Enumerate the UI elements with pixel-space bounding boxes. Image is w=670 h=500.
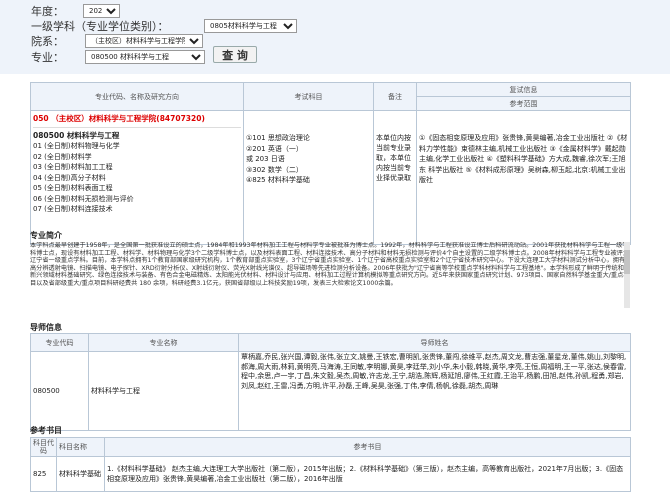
- book-header-code: 科目代码: [30, 437, 57, 457]
- header-exam: 考试科目: [243, 82, 374, 111]
- advisor-header-code: 专业代码: [30, 333, 89, 352]
- advisors-title: 导师信息: [30, 323, 62, 332]
- exam-item: ③302 数学（二）: [246, 165, 303, 174]
- exam-item: ②201 英语（一）: [246, 144, 303, 153]
- book-header-list: 参考书目: [104, 437, 631, 457]
- intro-text: 本学科点最早创建于1958年，是全国第一批获准设立的硕士点，1984年和1993…: [30, 242, 630, 287]
- advisors-table: 专业代码 专业名称 导师姓名 080500 材料科学与工程 覃柄嘉,乔民,张兴国…: [30, 333, 631, 431]
- header-code: 专业代码、名称及研究方向: [30, 82, 244, 111]
- exam-item: ④825 材料科学基础: [246, 176, 310, 184]
- header-ref: 参考范围: [416, 96, 631, 111]
- subject-label: 一级学科（专业学位类别）：: [31, 20, 169, 33]
- query-button[interactable]: 查 询: [213, 46, 257, 63]
- retest-cell: ①《固态相变原理及应用》张贵锋,黄昊编著,冶金工业出版社 ②《材料力学性能》束德…: [416, 110, 631, 245]
- program-cell: 050 （主校区）材料科学与工程学院(84707320) 080500 材料科学…: [30, 110, 244, 245]
- year-select[interactable]: 2022: [83, 4, 120, 18]
- intro-title: 专业简介: [30, 231, 62, 240]
- direction-item: 02 (全日制)材料学: [33, 152, 92, 161]
- filter-panel: 年度： 2022 一级学科（专业学位类别）： 0805材料科学与工程 院系： （…: [0, 0, 670, 74]
- advisor-major: 材料科学与工程: [88, 351, 239, 431]
- header-remark: 备注: [373, 82, 417, 111]
- direction-item: 01 (全日制)材料物理与化学: [33, 142, 120, 150]
- direction-item: 05 (全日制)材料表面工程: [33, 184, 113, 192]
- year-label: 年度：: [31, 5, 64, 18]
- exam-cell: ①101 思想政治理论 ②201 英语（一） 或 203 日语 ③302 数学（…: [243, 110, 374, 245]
- subject-select[interactable]: 0805材料科学与工程: [204, 19, 297, 33]
- direction-item: 04 (全日制)高分子材料: [33, 173, 106, 182]
- direction-item: 06 (全日制)材料无损检测与评价: [33, 194, 134, 203]
- books-title: 参考书目: [30, 426, 62, 435]
- advisor-list: 覃柄嘉,乔民,张兴国,谭毅,张伟,张立文,姚曼,王铁宏,曹明凯,张贵锋,董闯,徐…: [238, 351, 631, 431]
- book-code: 825: [30, 456, 57, 492]
- major-line: 080500 材料科学与工程: [33, 131, 120, 140]
- major-label: 专业：: [31, 51, 64, 64]
- advisor-names: 覃柄嘉,乔民,张兴国,谭毅,张伟,张立文,姚曼,王铁宏,曹明凯,张贵锋,董闯,徐…: [241, 353, 627, 390]
- major-select[interactable]: 080500 材料科学与工程: [85, 50, 205, 64]
- scrollbar-thumb[interactable]: [624, 250, 630, 274]
- exam-item: 或 203 日语: [246, 155, 285, 163]
- direction-item: 07 (全日制)材料连接技术: [33, 205, 113, 213]
- dept-line: 050 （主校区）材料科学与工程学院(84707320): [33, 114, 205, 123]
- direction-item: 03 (全日制)材料加工工程: [33, 163, 113, 171]
- advisor-code: 080500: [30, 351, 89, 431]
- intro-scrollbar[interactable]: [624, 242, 630, 308]
- dept-label: 院系：: [31, 35, 64, 48]
- dept-select[interactable]: （主校区）材料科学与工程学院: [85, 34, 203, 48]
- book-header-name: 科目名称: [56, 437, 105, 457]
- books-table: 科目代码 科目名称 参考书目 825 材料科学基础 1.《材料科学基础》 赵杰主…: [30, 437, 631, 492]
- header-retest: 复试信息: [416, 82, 631, 97]
- remark-cell: 本单位内按当前专业录取，本单位内按当前专业择优录取: [373, 110, 417, 245]
- advisor-header-name: 专业名称: [88, 333, 239, 352]
- exam-item: ①101 思想政治理论: [246, 134, 310, 142]
- book-list: 1.《材料科学基础》 赵杰主编,大连理工大学出版社（第二版），2015年出版；2…: [104, 456, 631, 492]
- book-subject: 材料科学基础: [56, 456, 105, 492]
- program-table: 专业代码、名称及研究方向 考试科目 备注 复试信息 参考范围 050 （主校区）…: [30, 82, 631, 245]
- advisor-header-list: 导师姓名: [238, 333, 631, 352]
